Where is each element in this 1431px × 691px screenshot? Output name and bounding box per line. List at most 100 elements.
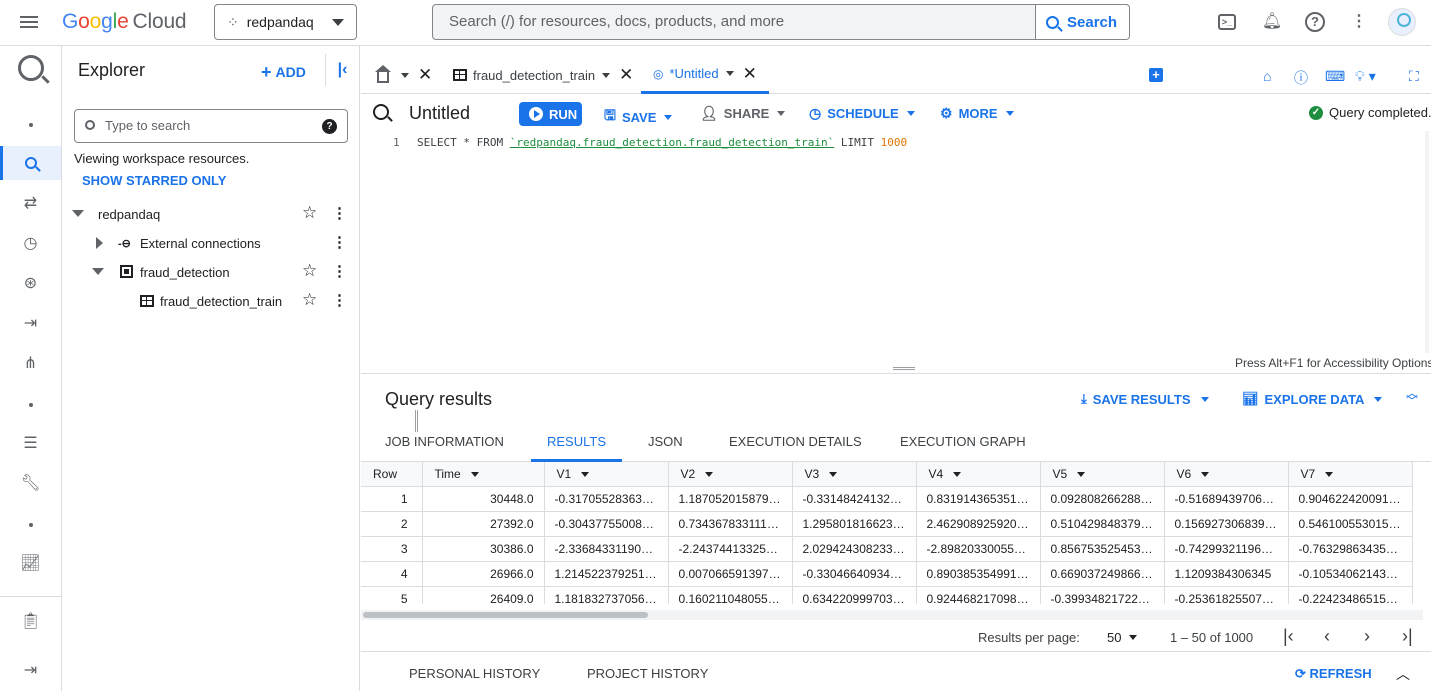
schedule-button[interactable]: ◷ SCHEDULE <box>809 105 915 122</box>
save-results-button[interactable]: ⤓ SAVE RESULTS <box>1081 391 1209 407</box>
star-icon[interactable]: ☆ <box>302 203 317 223</box>
previous-page-icon[interactable]: ‹ <box>1324 626 1330 646</box>
list-icon[interactable]: ☰ <box>0 426 61 460</box>
run-label: RUN <box>549 106 578 122</box>
column-header-v7[interactable]: V7 <box>1288 462 1413 487</box>
show-starred-only-link[interactable]: SHOW STARRED ONLY <box>82 173 226 188</box>
tab-personal-history[interactable]: PERSONAL HISTORY <box>409 666 540 681</box>
close-icon[interactable]: ✕ <box>418 65 432 85</box>
expand-arrow-icon[interactable] <box>72 210 84 217</box>
lightbulb-icon[interactable]: 💡︎ ▾ <box>1355 68 1376 85</box>
results-per-page-select[interactable]: 50 <box>1107 630 1138 645</box>
tab-project-history[interactable]: PROJECT HISTORY <box>587 666 708 681</box>
transfers-icon[interactable]: ⇄ <box>0 186 61 220</box>
pipelines-icon[interactable]: ⋔ <box>0 346 61 380</box>
sql-editor[interactable]: 1 SELECT * FROM `redpandaq.fraud_detecti… <box>361 131 1431 371</box>
tab-home[interactable]: ✕ <box>375 56 432 94</box>
caret-down-icon[interactable] <box>602 72 611 78</box>
notifications-bell-icon[interactable]: 🔔︎ <box>1261 11 1283 33</box>
star-icon[interactable]: ☆ <box>302 290 317 310</box>
next-page-icon[interactable]: › <box>1364 626 1370 646</box>
column-header-v2[interactable]: V2 <box>668 462 793 487</box>
caret-down-icon[interactable] <box>401 72 409 78</box>
expand-collapse-icon[interactable]: ︿ ﹀ <box>1406 387 1418 407</box>
search-button[interactable]: Search <box>1036 4 1130 40</box>
monitoring-chart-icon[interactable]: 📈︎ <box>0 546 61 580</box>
main-menu-icon[interactable] <box>20 13 42 31</box>
expand-arrow-icon[interactable] <box>92 268 104 275</box>
cloud-shell-icon[interactable]: >_ <box>1218 14 1236 30</box>
caret-down-icon[interactable] <box>725 71 734 76</box>
explorer-search-input[interactable]: Type to search ? <box>74 109 348 143</box>
tab-execution-graph[interactable]: EXECUTION GRAPH <box>900 426 1026 462</box>
table-cell: 2.029424308233… <box>792 536 917 562</box>
first-page-icon[interactable]: |‹ <box>1283 626 1294 646</box>
more-button[interactable]: ⚙ MORE <box>940 105 1014 122</box>
share-button[interactable]: 👤︎ SHARE <box>700 105 786 122</box>
sql-table-reference[interactable]: `redpandaq.fraud_detection.fraud_detecti… <box>510 136 835 149</box>
column-header-v4[interactable]: V4 <box>916 462 1041 487</box>
rail-dot-icon <box>0 388 61 422</box>
search-icon[interactable] <box>0 146 61 180</box>
info-icon[interactable]: ⓘ <box>1294 68 1308 88</box>
tree-item-external-connections[interactable]: -⊖ External connections ⋮ <box>62 229 359 258</box>
column-header-time[interactable]: Time <box>422 462 545 487</box>
scheduled-queries-icon[interactable]: ◷ <box>0 226 61 260</box>
tree-item-dataset[interactable]: fraud_detection ☆ ⋮ <box>62 258 359 287</box>
star-icon[interactable]: ☆ <box>302 261 317 281</box>
help-icon[interactable]: ? <box>322 119 337 134</box>
chevron-up-icon[interactable]: ︿ <box>1396 664 1410 684</box>
editor-scrollbar[interactable] <box>1425 131 1429 353</box>
scrollbar-thumb[interactable] <box>363 612 648 618</box>
google-cloud-logo[interactable]: Google Cloud <box>62 10 187 34</box>
analytics-hub-icon[interactable]: ⊛ <box>0 266 61 300</box>
new-query-icon[interactable]: + <box>1149 68 1163 82</box>
tab-job-information[interactable]: JOB INFORMATION <box>385 426 504 462</box>
column-header-v1[interactable]: V1 <box>544 462 669 487</box>
more-vert-icon[interactable]: ⋮ <box>332 205 347 223</box>
keyboard-icon[interactable]: ⌨ <box>1325 68 1345 85</box>
table-cell: -2.89820330055… <box>916 536 1041 562</box>
more-vert-icon[interactable]: ⋮ <box>1348 11 1370 33</box>
tree-item-project[interactable]: redpandaq ☆ ⋮ <box>62 200 359 229</box>
more-vert-icon[interactable]: ⋮ <box>332 263 347 281</box>
release-notes-icon[interactable]: 📋︎ <box>0 604 61 638</box>
run-button[interactable]: RUN <box>519 102 582 126</box>
dataform-icon[interactable]: ⇥ <box>0 306 61 340</box>
column-header-v3[interactable]: V3 <box>792 462 917 487</box>
tab-untitled-query[interactable]: ◎ *Untitled ✕ <box>641 56 769 94</box>
tree-item-table[interactable]: fraud_detection_train ☆ ⋮ <box>62 287 359 316</box>
last-page-icon[interactable]: ›| <box>1402 626 1413 646</box>
tab-json[interactable]: JSON <box>648 426 683 462</box>
collapse-explorer-icon[interactable]: |‹ <box>325 54 359 86</box>
column-header-v6[interactable]: V6 <box>1164 462 1289 487</box>
tab-results[interactable]: RESULTS <box>531 426 622 462</box>
explore-data-button[interactable]: 📊︎ EXPLORE DATA <box>1242 391 1383 407</box>
wrench-icon[interactable]: 🔧︎ <box>0 466 61 500</box>
help-icon[interactable]: ? <box>1305 12 1325 32</box>
more-vert-icon[interactable]: ⋮ <box>332 234 347 252</box>
close-icon[interactable]: ✕ <box>743 64 757 84</box>
more-vert-icon[interactable]: ⋮ <box>332 292 347 310</box>
tab-label: *Untitled <box>669 66 719 81</box>
save-button[interactable]: 🖫︎ SAVE <box>604 105 673 129</box>
refresh-button[interactable]: ⟳ REFRESH <box>1295 666 1372 682</box>
results-horizontal-scrollbar[interactable] <box>361 610 1423 620</box>
home-outline-icon[interactable]: ⌂ <box>1263 68 1271 84</box>
expand-arrow-icon[interactable] <box>96 237 103 249</box>
global-search-input[interactable]: Search (/) for resources, docs, products… <box>432 4 1036 40</box>
add-button[interactable]: + ADD <box>261 62 306 83</box>
project-picker[interactable]: ⁘ redpandaq <box>214 4 357 40</box>
table-cell: 3 <box>361 536 423 562</box>
fullscreen-icon[interactable]: ⛶ <box>1409 68 1419 85</box>
sql-line[interactable]: SELECT * FROM `redpandaq.fraud_detection… <box>417 136 907 149</box>
bigquery-logo-icon[interactable] <box>0 51 61 85</box>
tab-fraud-detection-train[interactable]: fraud_detection_train ✕ <box>453 56 633 94</box>
editor-resize-handle[interactable] <box>893 367 915 370</box>
refresh-icon: ⟳ <box>1295 666 1306 681</box>
tab-execution-details[interactable]: EXECUTION DETAILS <box>729 426 862 462</box>
column-header-v5[interactable]: V5 <box>1040 462 1165 487</box>
close-icon[interactable]: ✕ <box>619 65 633 85</box>
account-avatar[interactable] <box>1388 8 1416 36</box>
expand-rail-icon[interactable]: ⇥ <box>0 653 61 687</box>
